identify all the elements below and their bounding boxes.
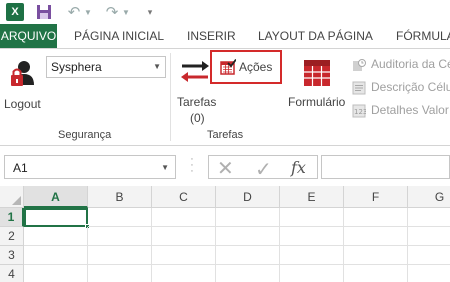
cell-b3[interactable] <box>88 246 152 265</box>
select-all-button[interactable] <box>0 186 24 208</box>
tab-pagina-inicial[interactable]: PÁGINA INICIAL <box>74 24 164 48</box>
user-select-value: Sysphera <box>51 60 102 74</box>
cell-c3[interactable] <box>152 246 216 265</box>
group-separator <box>170 53 171 141</box>
row-header-1[interactable]: 1 <box>0 208 24 227</box>
column-header-g[interactable]: G <box>408 186 450 208</box>
acoes-button[interactable]: Ações <box>210 50 282 84</box>
formulario-button[interactable]: Formulário <box>286 55 348 125</box>
ribbon: Logout Sysphera ▼ Segurança Tarefas (0) … <box>0 48 450 146</box>
cell-c4[interactable] <box>152 265 216 282</box>
logout-label: Logout <box>4 97 41 111</box>
redo-dropdown-icon[interactable]: ▼ <box>122 3 130 21</box>
tab-layout-da-pagina[interactable]: LAYOUT DA PÁGINA <box>258 24 373 48</box>
name-box[interactable]: A1 ▼ <box>4 155 176 179</box>
cell-a3[interactable] <box>24 246 88 265</box>
lock-user-icon <box>11 61 34 86</box>
svg-text:123: 123 <box>354 108 366 116</box>
formula-buttons: ✕ ✓ fx <box>208 155 318 182</box>
chevron-down-icon: ▼ <box>153 62 161 71</box>
cell-d4[interactable] <box>216 265 280 282</box>
enter-check-icon[interactable]: ✓ <box>255 157 272 182</box>
description-list-icon <box>352 81 366 95</box>
form-grid-icon <box>304 60 330 86</box>
group-label-tarefas: Tarefas <box>207 129 244 141</box>
chevron-down-icon: ▼ <box>161 163 169 172</box>
ribbon-tabs: ARQUIVO PÁGINA INICIAL INSERIR LAYOUT DA… <box>0 24 450 48</box>
excel-logo-icon: X <box>6 3 24 21</box>
cell-f3[interactable] <box>344 246 408 265</box>
auditoria-celula-button[interactable]: Auditoria da Cé <box>352 56 450 74</box>
column-header-e[interactable]: E <box>280 186 344 208</box>
cell-c2[interactable] <box>152 227 216 246</box>
audit-clock-icon <box>353 59 366 71</box>
cell-g3[interactable] <box>408 246 450 265</box>
cell-f2[interactable] <box>344 227 408 246</box>
column-header-c[interactable]: C <box>152 186 216 208</box>
row-header-2[interactable]: 2 <box>0 227 24 246</box>
detalhes-valor-label: Detalhes Valor C <box>371 103 450 117</box>
cell-d1[interactable] <box>216 208 280 227</box>
redo-icon[interactable]: ↷ <box>104 3 120 21</box>
tarefas-count: (0) <box>190 111 205 125</box>
cell-d3[interactable] <box>216 246 280 265</box>
acoes-label: Ações <box>239 60 273 74</box>
user-select[interactable]: Sysphera ▼ <box>46 56 166 78</box>
cell-f1[interactable] <box>344 208 408 227</box>
auditoria-celula-label: Auditoria da Cé <box>371 57 450 71</box>
insert-function-icon[interactable]: fx <box>291 158 306 177</box>
logout-button[interactable]: Logout <box>3 53 45 117</box>
cell-a1[interactable] <box>24 208 90 229</box>
value-details-icon: 123 <box>352 104 366 118</box>
cell-e3[interactable] <box>280 246 344 265</box>
cell-a4[interactable] <box>24 265 88 282</box>
tab-inserir[interactable]: INSERIR <box>187 24 236 48</box>
name-box-value: A1 <box>13 161 28 175</box>
cell-g4[interactable] <box>408 265 450 282</box>
cell-e4[interactable] <box>280 265 344 282</box>
tab-formulas[interactable]: FÓRMULA <box>396 24 450 48</box>
detalhes-valor-button[interactable]: 123 Detalhes Valor C <box>352 102 450 120</box>
column-header-a[interactable]: A <box>24 186 88 208</box>
cell-g2[interactable] <box>408 227 450 246</box>
cell-c1[interactable] <box>152 208 216 227</box>
tarefas-label: Tarefas <box>177 95 217 109</box>
row-header-3[interactable]: 3 <box>0 246 24 265</box>
tab-arquivo[interactable]: ARQUIVO <box>0 24 57 48</box>
undo-icon[interactable]: ↶ <box>66 3 82 21</box>
cell-e1[interactable] <box>280 208 344 227</box>
cell-g1[interactable] <box>408 208 450 227</box>
save-icon[interactable] <box>36 3 52 21</box>
spreadsheet-grid: A B C D E F G 1 2 3 4 <box>0 186 450 282</box>
select-all-icon <box>12 196 21 205</box>
row-header-4[interactable]: 4 <box>0 265 24 282</box>
quick-access-toolbar: X ↶ ▼ ↷ ▼ ▾ <box>0 0 450 24</box>
formulario-label: Formulário <box>288 95 346 109</box>
column-header-d[interactable]: D <box>216 186 280 208</box>
cell-a2[interactable] <box>24 227 88 246</box>
column-header-f[interactable]: F <box>344 186 408 208</box>
cell-d2[interactable] <box>216 227 280 246</box>
cell-f4[interactable] <box>344 265 408 282</box>
descricao-celula-label: Descrição Célu <box>371 80 450 94</box>
resize-handle-icon[interactable]: · · · <box>188 154 196 177</box>
cancel-icon[interactable]: ✕ <box>217 156 234 181</box>
descricao-celula-button[interactable]: Descrição Célu <box>352 79 450 97</box>
cell-b2[interactable] <box>88 227 152 246</box>
formula-input[interactable] <box>321 155 450 179</box>
calendar-check-icon <box>220 59 236 75</box>
tasks-arrows-icon <box>181 61 209 82</box>
cell-b1[interactable] <box>88 208 152 227</box>
formula-bar: A1 ▼ · · · ✕ ✓ fx <box>0 146 450 186</box>
cell-e2[interactable] <box>280 227 344 246</box>
column-header-b[interactable]: B <box>88 186 152 208</box>
cell-b4[interactable] <box>88 265 152 282</box>
group-label-seguranca: Segurança <box>58 129 112 141</box>
undo-dropdown-icon[interactable]: ▼ <box>84 3 92 21</box>
customize-toolbar-icon[interactable]: ▾ <box>145 3 155 21</box>
